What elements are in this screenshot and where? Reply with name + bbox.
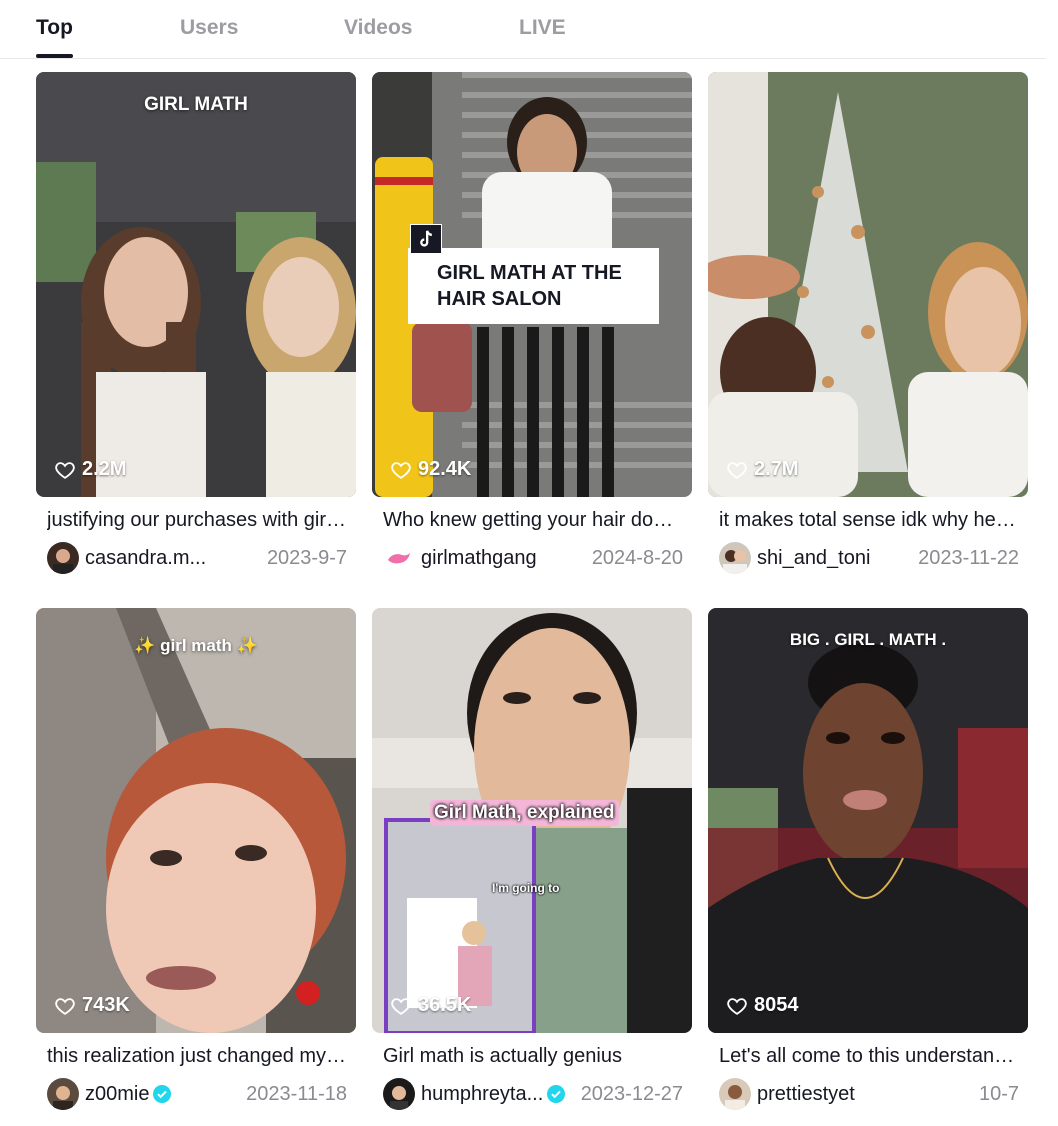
heart-outline-icon xyxy=(727,997,747,1015)
video-card: Girl Math, explained I'm going to 36.5K … xyxy=(372,608,692,1110)
avatar[interactable] xyxy=(719,1078,751,1110)
heart-outline-icon xyxy=(727,461,747,479)
video-thumbnail[interactable]: 2.7M xyxy=(708,72,1028,497)
heart-outline-icon xyxy=(55,997,75,1015)
avatar[interactable] xyxy=(383,1078,415,1110)
thumbnail-image xyxy=(708,608,1028,1033)
post-date: 2023-12-27 xyxy=(580,1082,683,1105)
post-date: 10-7 xyxy=(978,1082,1019,1105)
video-caption[interactable]: it makes total sense idk why he's confus… xyxy=(719,509,1019,532)
username[interactable]: z00mie xyxy=(85,1083,149,1106)
tab-live[interactable]: LIVE xyxy=(519,16,566,40)
avatar[interactable] xyxy=(719,542,751,574)
video-card: 2.7M it makes total sense idk why he's c… xyxy=(708,72,1028,574)
username[interactable]: humphreyta... xyxy=(421,1083,543,1106)
video-meta: prettiestyet 10-7 xyxy=(719,1078,1019,1110)
search-tabs: Top Users Videos LIVE xyxy=(0,0,1046,59)
username[interactable]: girlmathgang xyxy=(421,547,537,570)
tab-videos[interactable]: Videos xyxy=(344,16,412,40)
video-thumbnail[interactable]: GIRL MATH AT THE HAIR SALON 92.4K xyxy=(372,72,692,497)
video-card: GIRL MATH AT THE HAIR SALON 92.4K Who kn… xyxy=(372,72,692,574)
like-count: 2.7M xyxy=(726,458,798,481)
video-card: ✨ girl math ✨ 743K this realization just… xyxy=(36,608,356,1110)
like-count-value: 2.7M xyxy=(754,458,799,480)
username[interactable]: shi_and_toni xyxy=(757,547,870,570)
video-thumbnail[interactable]: Girl Math, explained I'm going to 36.5K xyxy=(372,608,692,1033)
video-overlay-text: GIRL MATH xyxy=(144,94,248,115)
avatar[interactable] xyxy=(383,542,415,574)
thumbnail-image xyxy=(36,72,356,497)
username[interactable]: prettiestyet xyxy=(757,1083,855,1106)
like-count: 8054 xyxy=(726,994,799,1017)
heart-outline-icon xyxy=(55,461,75,479)
tab-users[interactable]: Users xyxy=(180,16,238,40)
post-date: 2023-11-22 xyxy=(918,546,1019,569)
thumbnail-image xyxy=(36,608,356,1033)
like-count-value: 2.2M xyxy=(82,458,127,480)
video-overlay-text: BIG . GIRL . MATH . xyxy=(789,630,947,649)
video-meta: girlmathgang 2024-8-20 xyxy=(383,542,683,574)
post-date: 2024-8-20 xyxy=(591,546,683,569)
post-date: 2023-11-18 xyxy=(246,1082,347,1105)
video-card: BIG . GIRL . MATH . 8054 Let's all come … xyxy=(708,608,1028,1110)
video-meta: z00mie 2023-11-18 xyxy=(47,1078,347,1110)
video-overlay-subtext: I'm going to xyxy=(492,881,560,895)
video-overlay-text: GIRL MATH AT THE HAIR SALON xyxy=(437,262,622,310)
video-card: GIRL MATH 2.2M justifying our purchases … xyxy=(36,72,356,574)
like-count-value: 743K xyxy=(82,994,130,1016)
thumbnail-image xyxy=(708,72,1028,497)
video-thumbnail[interactable]: ✨ girl math ✨ 743K xyxy=(36,608,356,1033)
video-caption[interactable]: Girl math is actually genius xyxy=(383,1045,683,1068)
username[interactable]: casandra.m... xyxy=(85,547,206,570)
video-thumbnail[interactable]: BIG . GIRL . MATH . 8054 xyxy=(708,608,1028,1033)
video-overlay-text: ✨ girl math ✨ xyxy=(134,636,258,655)
video-overlay-banner: GIRL MATH AT THE HAIR SALON xyxy=(408,248,659,324)
like-count: 2.2M xyxy=(54,458,126,481)
video-meta: humphreyta... 2023-12-27 xyxy=(383,1078,683,1110)
heart-outline-icon xyxy=(391,997,411,1015)
tiktok-logo-icon xyxy=(410,224,442,254)
verified-badge-icon xyxy=(547,1085,566,1103)
video-caption[interactable]: justifying our purchases with girl math xyxy=(47,509,347,532)
active-tab-indicator xyxy=(36,54,73,58)
video-meta: shi_and_toni 2023-11-22 xyxy=(719,542,1019,574)
video-caption[interactable]: this realization just changed my life xyxy=(47,1045,347,1068)
avatar[interactable] xyxy=(47,1078,79,1110)
heart-outline-icon xyxy=(391,461,411,479)
verified-badge-icon xyxy=(153,1085,172,1103)
avatar[interactable] xyxy=(47,542,79,574)
like-count-value: 36.5K xyxy=(418,994,472,1016)
like-count-value: 92.4K xyxy=(418,458,472,480)
video-caption[interactable]: Who knew getting your hair done was free xyxy=(383,509,683,532)
post-date: 2023-9-7 xyxy=(266,546,347,569)
video-meta: casandra.m... 2023-9-7 xyxy=(47,542,347,574)
like-count-value: 8054 xyxy=(754,994,799,1016)
like-count: 92.4K xyxy=(390,458,471,481)
video-thumbnail[interactable]: GIRL MATH 2.2M xyxy=(36,72,356,497)
video-caption[interactable]: Let's all come to this understanding xyxy=(719,1045,1019,1068)
like-count: 743K xyxy=(54,994,130,1017)
video-overlay-text: Girl Math, explained xyxy=(434,802,615,823)
like-count: 36.5K xyxy=(390,994,471,1017)
video-overlay-banner: Girl Math, explained xyxy=(430,800,619,826)
tab-top[interactable]: Top xyxy=(36,16,73,40)
